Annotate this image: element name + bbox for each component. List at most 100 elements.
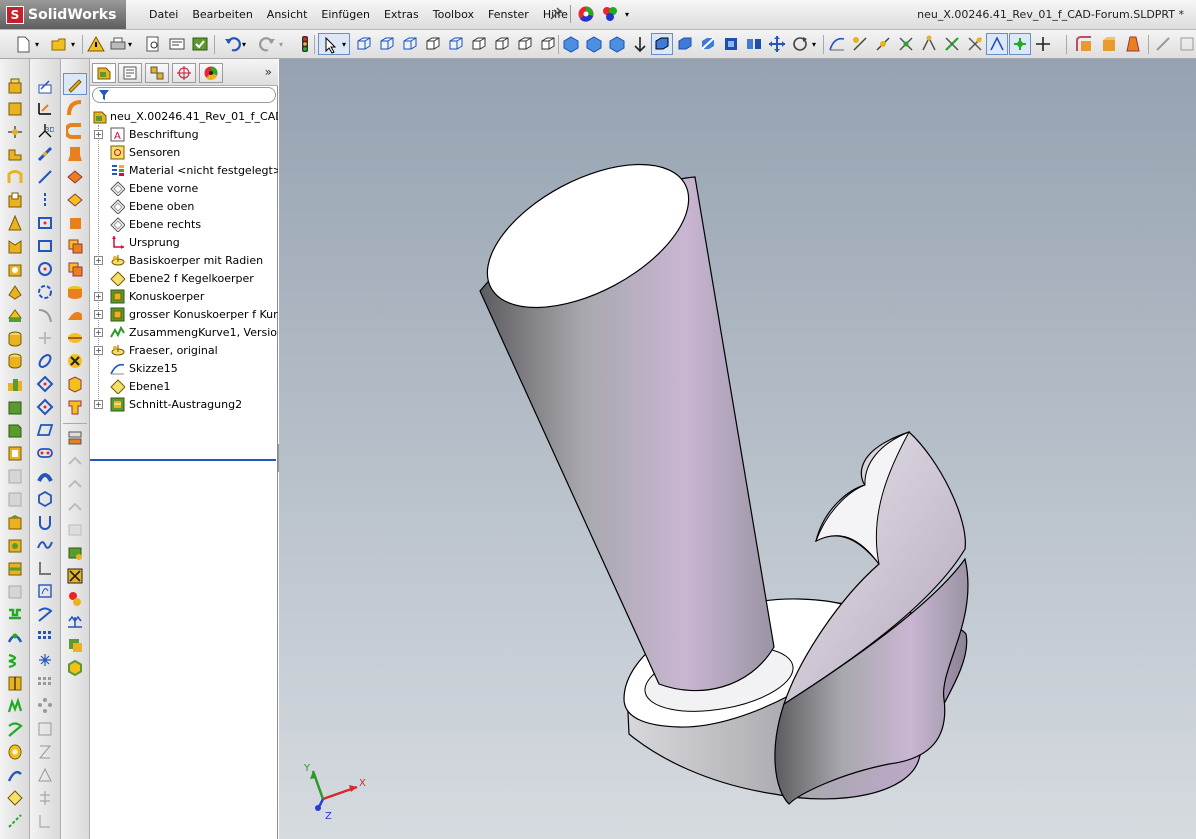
tree-root[interactable]: neu_X.00246.41_Rev_01_f_CAD-I bbox=[90, 107, 278, 125]
line-icon[interactable] bbox=[36, 168, 54, 186]
circle-icon[interactable] bbox=[36, 260, 54, 278]
surface-revolve-icon[interactable] bbox=[66, 99, 84, 117]
rebuild-warning-icon[interactable] bbox=[87, 35, 105, 53]
delete-face-icon[interactable] bbox=[66, 329, 84, 347]
tree-item[interactable]: Ebene1 bbox=[90, 377, 278, 395]
green-relation-icon[interactable] bbox=[943, 35, 961, 53]
ellipse-icon[interactable] bbox=[36, 352, 54, 370]
surface-sweep-icon[interactable] bbox=[66, 122, 84, 140]
freeform-icon[interactable] bbox=[6, 536, 24, 554]
appearance-icon[interactable] bbox=[577, 5, 595, 23]
spline-icon[interactable] bbox=[6, 766, 24, 784]
tree-item[interactable]: Sensoren bbox=[90, 143, 278, 161]
pan-icon[interactable] bbox=[768, 35, 786, 53]
chamfer-icon[interactable] bbox=[1100, 35, 1118, 53]
sketch-icon[interactable] bbox=[36, 77, 54, 95]
active-sketch-tool-button[interactable] bbox=[63, 73, 87, 95]
app-logo[interactable]: S SolidWorks bbox=[0, 0, 126, 29]
snap-icon[interactable] bbox=[966, 35, 984, 53]
thicken-icon[interactable] bbox=[66, 375, 84, 393]
fillet-feature-icon[interactable] bbox=[6, 421, 24, 439]
measure-icon[interactable] bbox=[168, 35, 186, 53]
extra-tool-icon[interactable] bbox=[1154, 35, 1172, 53]
single-view-icon[interactable] bbox=[585, 35, 603, 53]
display-style-icon[interactable] bbox=[722, 35, 740, 53]
hexagon-body-icon[interactable] bbox=[66, 659, 84, 677]
mold-tools-icon[interactable] bbox=[66, 544, 84, 562]
tab-dimxpert[interactable] bbox=[172, 63, 196, 83]
print-preview-icon[interactable] bbox=[144, 35, 162, 53]
tree-expander-plus-icon[interactable]: + bbox=[94, 327, 103, 337]
options-icon[interactable] bbox=[191, 35, 209, 53]
undo-icon[interactable] bbox=[223, 35, 241, 53]
traffic-light-icon[interactable] bbox=[296, 35, 314, 53]
sweep-boss-icon[interactable] bbox=[6, 122, 24, 140]
offset-entities-icon[interactable] bbox=[36, 559, 54, 577]
coordinate-triad[interactable]: X Y Z bbox=[293, 759, 373, 824]
revolve-boss-icon[interactable] bbox=[6, 99, 24, 117]
move-body-icon[interactable] bbox=[66, 590, 84, 608]
constraint-icon[interactable] bbox=[897, 35, 915, 53]
scale-icon[interactable] bbox=[66, 613, 84, 631]
arc-icon[interactable] bbox=[36, 306, 54, 324]
menu-toolbox[interactable]: Toolbox bbox=[426, 8, 481, 21]
split-line-icon[interactable] bbox=[6, 674, 24, 692]
view-back-icon[interactable] bbox=[378, 35, 396, 53]
axis-tool-icon[interactable] bbox=[6, 812, 24, 830]
draft-icon[interactable] bbox=[1124, 35, 1142, 53]
boundary-boss-icon[interactable] bbox=[6, 168, 24, 186]
tree-expander-plus-icon[interactable]: + bbox=[94, 309, 103, 319]
sketch-relations-icon[interactable] bbox=[851, 35, 869, 53]
chevron-down-icon[interactable]: ▾ bbox=[625, 10, 629, 19]
hexagon-icon[interactable] bbox=[36, 490, 54, 508]
view-normal-to-icon[interactable] bbox=[562, 35, 580, 53]
dome-icon[interactable] bbox=[6, 444, 24, 462]
rectangle-center-icon[interactable] bbox=[36, 237, 54, 255]
fillet-icon[interactable] bbox=[1075, 35, 1093, 53]
cylinder-icon[interactable] bbox=[6, 352, 24, 370]
extrude-cut-icon[interactable] bbox=[6, 191, 24, 209]
tree-item[interactable]: + Fraeser, original bbox=[90, 341, 278, 359]
indent-icon[interactable] bbox=[6, 559, 24, 577]
linear-pattern-icon[interactable] bbox=[36, 628, 54, 646]
ruled-surface-icon[interactable] bbox=[66, 398, 84, 416]
point-icon[interactable] bbox=[36, 651, 54, 669]
replace-face-icon[interactable] bbox=[66, 352, 84, 370]
tab-featuremanager[interactable] bbox=[92, 63, 116, 83]
view-isometric-icon[interactable] bbox=[493, 35, 511, 53]
surface-cut-icon[interactable] bbox=[66, 429, 84, 447]
tree-item[interactable]: Ursprung bbox=[90, 233, 278, 251]
tree-item[interactable]: Ebene rechts bbox=[90, 215, 278, 233]
view-right-icon[interactable] bbox=[424, 35, 442, 53]
panel-more-chevron[interactable]: » bbox=[265, 65, 272, 79]
tree-item[interactable]: + A Beschriftung bbox=[90, 125, 278, 143]
relations-toggle-button[interactable] bbox=[986, 33, 1008, 55]
perimeter-circle-icon[interactable] bbox=[36, 283, 54, 301]
polygon-icon[interactable] bbox=[36, 375, 54, 393]
extrude-boss-icon[interactable] bbox=[6, 77, 24, 95]
feature-filter-input[interactable] bbox=[92, 87, 276, 103]
arc-slot-icon[interactable] bbox=[36, 467, 54, 485]
menu-einfuegen[interactable]: Einfügen bbox=[314, 8, 377, 21]
offset-surface-icon[interactable] bbox=[66, 237, 84, 255]
rollback-bar[interactable] bbox=[90, 459, 276, 461]
tree-expander-plus-icon[interactable]: + bbox=[94, 255, 103, 265]
plane-tool-icon[interactable] bbox=[6, 789, 24, 807]
pin-icon[interactable] bbox=[548, 6, 564, 22]
tree-expander-plus-icon[interactable]: + bbox=[94, 345, 103, 355]
extend-surface-icon[interactable] bbox=[66, 260, 84, 278]
view-top-icon[interactable] bbox=[447, 35, 465, 53]
projected-curve-icon[interactable] bbox=[6, 697, 24, 715]
loft-cut-icon[interactable] bbox=[6, 260, 24, 278]
tree-item[interactable]: + Basiskoerper mit Radien bbox=[90, 251, 278, 269]
helix-icon[interactable] bbox=[6, 651, 24, 669]
shell-icon[interactable] bbox=[6, 283, 24, 301]
smart-dimension-icon[interactable] bbox=[36, 99, 54, 117]
planar-surface-icon[interactable] bbox=[66, 214, 84, 232]
pattern-icon[interactable] bbox=[6, 375, 24, 393]
centerline-icon[interactable] bbox=[36, 191, 54, 209]
view-bottom-icon[interactable] bbox=[470, 35, 488, 53]
loft-boss-icon[interactable] bbox=[6, 145, 24, 163]
menu-fenster[interactable]: Fenster bbox=[481, 8, 536, 21]
tree-item[interactable]: + Konuskoerper bbox=[90, 287, 278, 305]
